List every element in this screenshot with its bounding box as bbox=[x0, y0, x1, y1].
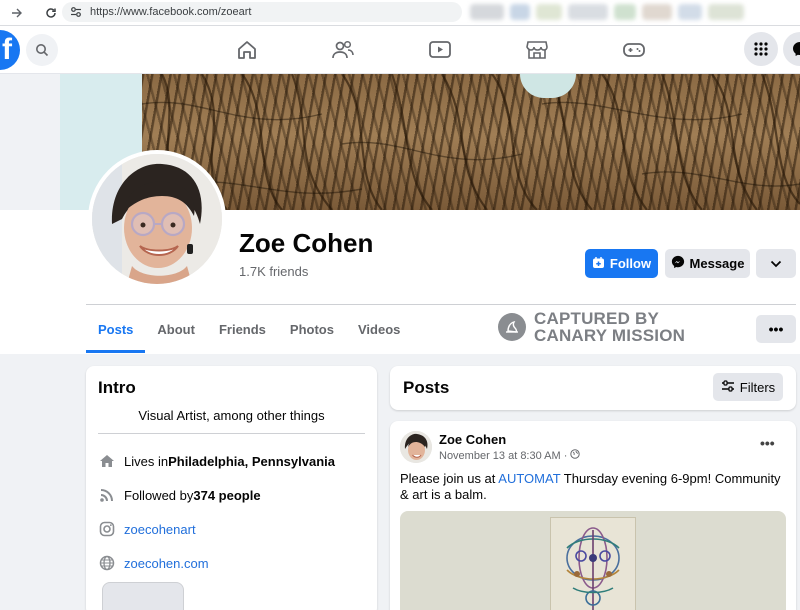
rss-icon bbox=[98, 486, 116, 504]
intro-featured-thumbnail[interactable] bbox=[102, 582, 184, 610]
lives-city[interactable]: Philadelphia, Pennsylvania bbox=[168, 454, 335, 469]
post-options-icon[interactable]: ••• bbox=[760, 435, 775, 451]
post-time-text: November 13 at 8:30 AM · bbox=[439, 449, 568, 462]
message-button[interactable]: Message bbox=[665, 249, 750, 278]
blurred-extensions bbox=[470, 4, 800, 22]
website-link[interactable]: zoecohen.com bbox=[124, 556, 209, 571]
forward-icon[interactable] bbox=[6, 2, 28, 24]
gaming-icon[interactable] bbox=[622, 38, 646, 62]
tab-about[interactable]: About bbox=[145, 305, 207, 353]
filters-button[interactable]: Filters bbox=[713, 373, 783, 401]
watermark-line1: CAPTURED BY bbox=[534, 309, 659, 328]
facebook-top-nav: f bbox=[0, 26, 800, 74]
tab-friends[interactable]: Friends bbox=[207, 305, 278, 353]
tab-posts[interactable]: Posts bbox=[86, 305, 146, 353]
post-image[interactable] bbox=[400, 511, 786, 610]
artwork-image bbox=[550, 517, 636, 610]
messenger-icon bbox=[671, 255, 685, 272]
browser-toolbar: https://www.facebook.com/zoeart bbox=[0, 0, 800, 26]
instagram-link[interactable]: zoecohenart bbox=[124, 522, 196, 537]
posts-header-card: Posts Filters bbox=[390, 366, 796, 410]
address-bar[interactable]: https://www.facebook.com/zoeart bbox=[62, 2, 462, 22]
intro-title: Intro bbox=[98, 378, 136, 397]
watch-icon[interactable] bbox=[428, 38, 452, 62]
canary-bird-icon bbox=[498, 313, 526, 341]
post-link-automat[interactable]: AUTOMAT bbox=[498, 471, 560, 486]
more-options-icon[interactable]: ••• bbox=[756, 315, 796, 343]
profile-name: Zoe Cohen bbox=[239, 228, 374, 258]
follow-button[interactable]: Follow bbox=[585, 249, 658, 278]
posts-title: Posts bbox=[403, 378, 450, 397]
intro-website: zoecohen.com bbox=[98, 554, 209, 572]
post-card: Zoe Cohen November 13 at 8:30 AM · ••• P… bbox=[390, 421, 796, 610]
post-author-name[interactable]: Zoe Cohen bbox=[439, 432, 506, 447]
intro-lives-in: Lives in Philadelphia, Pennsylvania bbox=[98, 452, 335, 470]
search-icon[interactable] bbox=[26, 34, 58, 66]
messenger-icon[interactable] bbox=[783, 32, 800, 66]
intro-bio: Visual Artist, among other things bbox=[138, 408, 325, 423]
post-text: Please join us at AUTOMAT Thursday eveni… bbox=[400, 471, 790, 503]
canary-mission-watermark: CAPTURED BY CANARY MISSION bbox=[498, 310, 685, 344]
cover-photo[interactable] bbox=[142, 74, 800, 210]
post-text-start: Please join us at bbox=[400, 471, 499, 486]
post-author-avatar[interactable] bbox=[400, 431, 432, 463]
filters-label: Filters bbox=[739, 379, 776, 395]
message-label: Message bbox=[689, 256, 745, 271]
filters-icon bbox=[721, 379, 735, 395]
friends-icon[interactable] bbox=[331, 38, 355, 62]
menu-grid-icon[interactable] bbox=[744, 32, 778, 66]
site-settings-icon[interactable] bbox=[70, 6, 82, 18]
profile-avatar[interactable] bbox=[88, 150, 226, 288]
watermark-line2: CANARY MISSION bbox=[534, 326, 686, 345]
public-globe-icon bbox=[570, 449, 581, 462]
tab-photos[interactable]: Photos bbox=[278, 305, 346, 353]
post-timestamp[interactable]: November 13 at 8:30 AM · bbox=[439, 449, 581, 462]
intro-followed-by: Followed by 374 people bbox=[98, 486, 261, 504]
url-text: https://www.facebook.com/zoeart bbox=[90, 6, 252, 18]
facebook-logo[interactable]: f bbox=[0, 30, 20, 70]
intro-card: Intro Visual Artist, among other things … bbox=[86, 366, 377, 610]
follow-icon bbox=[592, 256, 605, 272]
chevron-down-icon[interactable] bbox=[756, 249, 796, 278]
followed-count[interactable]: 374 people bbox=[193, 488, 260, 503]
globe-icon bbox=[98, 554, 116, 572]
tab-videos[interactable]: Videos bbox=[346, 305, 412, 353]
instagram-icon bbox=[98, 520, 116, 538]
lives-prefix: Lives in bbox=[124, 453, 169, 469]
home-icon[interactable] bbox=[235, 38, 259, 62]
marketplace-icon[interactable] bbox=[525, 38, 549, 62]
follow-label: Follow bbox=[609, 256, 652, 271]
followed-prefix: Followed by bbox=[124, 487, 194, 503]
reload-icon[interactable] bbox=[40, 2, 62, 24]
home-icon bbox=[98, 452, 116, 470]
intro-instagram: zoecohenart bbox=[98, 520, 196, 538]
profile-tabs: Posts About Friends Photos Videos bbox=[86, 305, 412, 353]
intro-divider bbox=[98, 433, 365, 434]
friends-count[interactable]: 1.7K friends bbox=[239, 264, 308, 279]
